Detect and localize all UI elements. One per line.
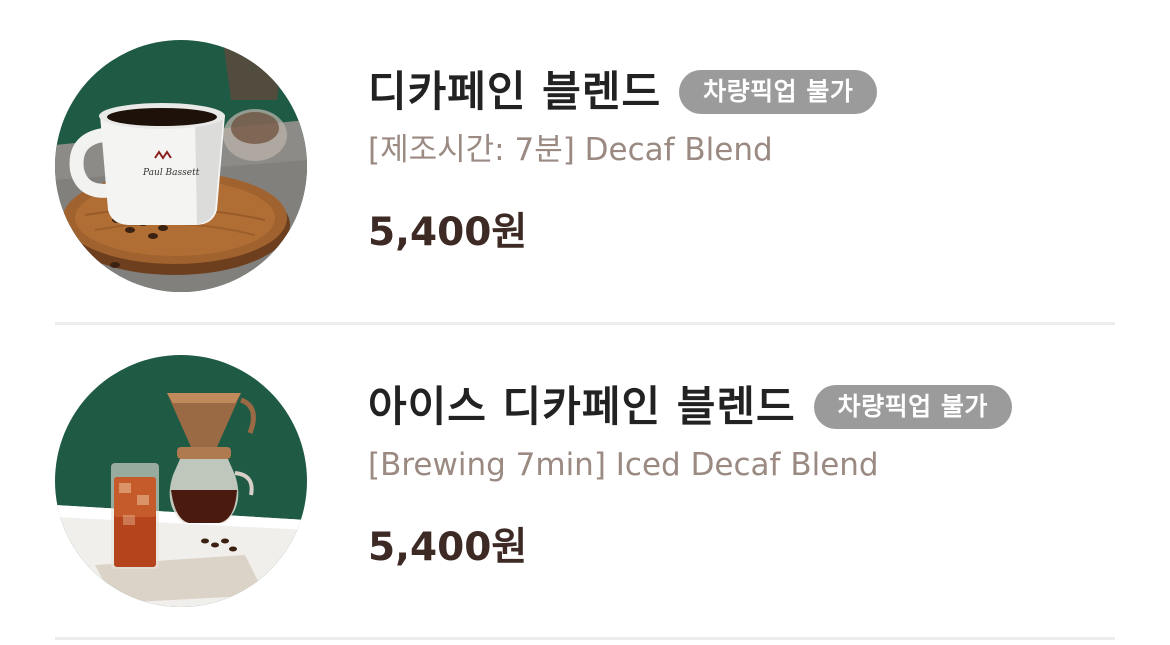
svg-text:Paul Bassett: Paul Bassett (142, 168, 200, 178)
no-car-pickup-badge: 차량픽업 불가 (813, 385, 1012, 429)
menu-item-iced-decaf-blend[interactable]: 아이스 디카페인 블렌드 차량픽업 불가 [Brewing 7min] Iced… (0, 315, 1170, 615)
menu-list: Paul Bassett 디카페인 블렌드 차량픽업 불가 [제조시간: 7분]… (0, 0, 1170, 645)
iced-decaf-blend-image[interactable] (55, 355, 307, 607)
item-name-row: 아이스 디카페인 블렌드 차량픽업 불가 (368, 381, 1012, 433)
item-name[interactable]: 아이스 디카페인 블렌드 (368, 381, 796, 433)
item-price: 5,400원 (368, 210, 528, 255)
item-description: [Brewing 7min] Iced Decaf Blend (368, 447, 879, 483)
menu-item-decaf-blend[interactable]: Paul Bassett 디카페인 블렌드 차량픽업 불가 [제조시간: 7분]… (0, 0, 1170, 300)
divider (55, 637, 1115, 640)
item-name-row: 디카페인 블렌드 차량픽업 불가 (368, 66, 878, 118)
item-description: [제조시간: 7분] Decaf Blend (368, 132, 773, 168)
item-price: 5,400원 (368, 525, 528, 570)
no-car-pickup-badge: 차량픽업 불가 (679, 70, 878, 114)
item-name[interactable]: 디카페인 블렌드 (368, 66, 661, 118)
decaf-blend-image[interactable]: Paul Bassett (55, 40, 307, 292)
